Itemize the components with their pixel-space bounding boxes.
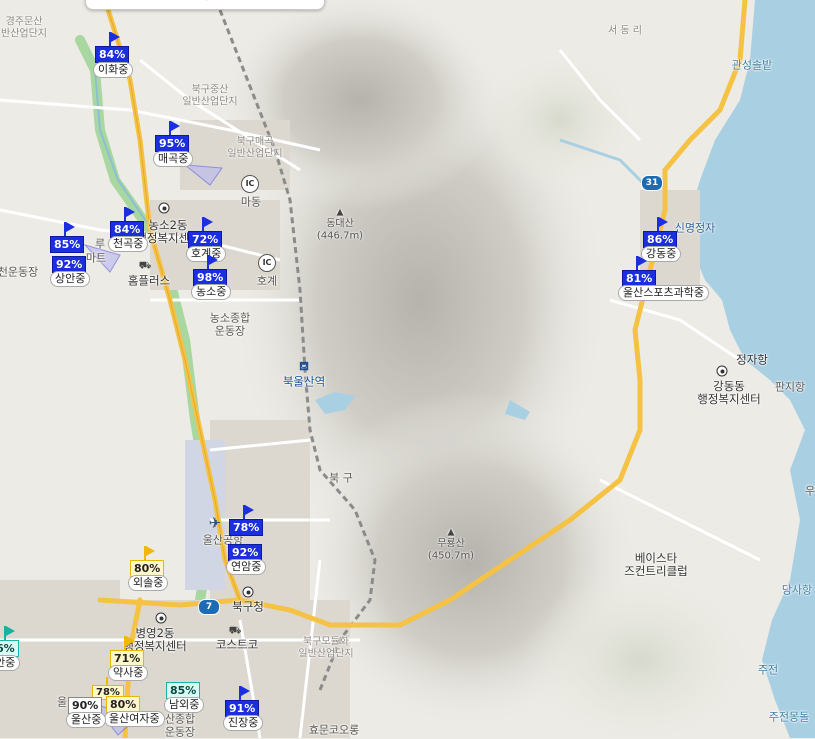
shopping-cart-icon: ⛟ [228,625,242,637]
place-label: 우 [804,484,815,498]
flag-icon [638,256,647,266]
flag-icon [241,686,250,696]
school-name: 울산스포츠과학중 [618,285,709,301]
place-label: 관성솔밭 [731,58,773,72]
place-label: 홈플러스 [127,273,171,288]
mountain-name: 동대산 [326,218,354,230]
place-label: 당사항 [781,583,813,597]
flag-icon [66,222,75,232]
school-name: 약사중 [108,665,149,681]
interchange-icon[interactable]: IC [258,254,276,272]
place-label: 서 동 리 [608,25,642,37]
mountain-elevation: (450.7m) [427,550,475,562]
place-label: 호계 [256,274,278,288]
place-label: 북구중산 일반산업단지 [182,84,238,108]
toolbar-divider [206,0,207,1]
shopping-cart-icon: ⛟ [138,260,152,272]
school-name: 연암중 [226,559,267,575]
place-label: 효문코오롱 [308,723,360,737]
route-shield-icon: 7 [198,599,220,615]
flag-icon [6,626,15,636]
peak-icon: ▲ [336,207,344,218]
government-office-icon[interactable] [716,365,728,377]
government-office-icon[interactable] [155,612,167,624]
airplane-icon: ✈ [208,514,222,532]
school-name: 이화중 [93,62,134,78]
school-name: 매곡중 [153,151,194,167]
place-label: 마트 [85,251,107,265]
flag-icon [126,636,135,646]
school-name: 외솔중 [128,575,169,591]
place-label: 루 [94,237,106,251]
flag-icon [245,505,254,515]
flag-icon [126,207,135,217]
school-name: 상안중 [50,271,91,287]
school-name: 강동중 [641,246,682,262]
place-label: 신명정자 [674,221,716,235]
flag-icon [146,546,155,556]
school-name: 울산여자중 [104,711,165,727]
place-label: 북구청 [232,599,264,614]
flag-icon [204,217,213,227]
place-label: 산종합 운동장 [164,712,196,738]
map-toolbar[interactable] [85,0,325,10]
school-name: 울산중 [66,712,107,728]
school-name: 천곡중 [108,236,149,252]
school-name: 진장중 [223,715,264,731]
place-label: 경주문산 반산업단지 [1,16,47,40]
flag-icon [659,217,668,227]
place-label: 주전 [757,663,779,677]
school-rate: 84% [95,46,130,63]
school-name: 안중 [0,655,21,671]
interchange-label: IC [258,254,276,272]
flag-icon [111,32,120,42]
mountain-shade [480,50,640,190]
interchange-icon[interactable]: IC [241,175,259,193]
place-label: 북울산역 [282,374,326,389]
place-label: 정자항 [736,352,768,367]
place-label: 농소종합 운동장 [209,311,251,337]
school-name: 남외중 [164,697,205,713]
train-station-icon[interactable]: ⛾ [299,359,309,375]
mountain-peak: ▲ 동대산 (446.7m) [317,208,363,243]
flag-icon [209,255,218,265]
government-office-icon[interactable] [242,586,254,598]
route-number: 31 [641,175,663,191]
place-label: 마동 [240,195,262,209]
place-label: 코스트코 [215,637,259,652]
place-label: 천운동장 [0,265,39,279]
place-label: 베이스타 즈컨트리클럽 [624,550,688,578]
school-rate: 78% [229,519,264,536]
place-label: 주전몽돌 [768,710,810,724]
map-canvas[interactable]: 서 동 리 관성솔밭 신명정자 북구중산 일반산업단지 북구매곡 일반산업단지 … [0,0,815,738]
government-office-icon[interactable] [158,202,170,214]
mountain-name: 무룡산 [437,538,465,550]
mountain-elevation: (446.7m) [316,230,364,242]
interchange-label: IC [241,175,259,193]
place-label: 울 [56,695,68,709]
route-number: 7 [198,599,220,615]
place-label: 판지항 [774,380,806,394]
school-rate: 85% [50,236,85,253]
place-label: 북 구 [329,471,353,485]
place-label: 북구매곡 일반산업단지 [227,136,283,160]
map-base [0,0,815,738]
school-rate: 95% [155,135,190,152]
route-shield-icon: 31 [641,175,663,191]
mountain-peak: ▲ 무룡산 (450.7m) [428,528,474,563]
peak-icon: ▲ [447,527,455,538]
school-name: 농소중 [191,284,232,300]
place-label: 북구모듈화 일반산업단지 [298,636,354,660]
flag-icon [171,121,180,131]
place-label: 강동동 행정복지센터 [697,378,761,406]
